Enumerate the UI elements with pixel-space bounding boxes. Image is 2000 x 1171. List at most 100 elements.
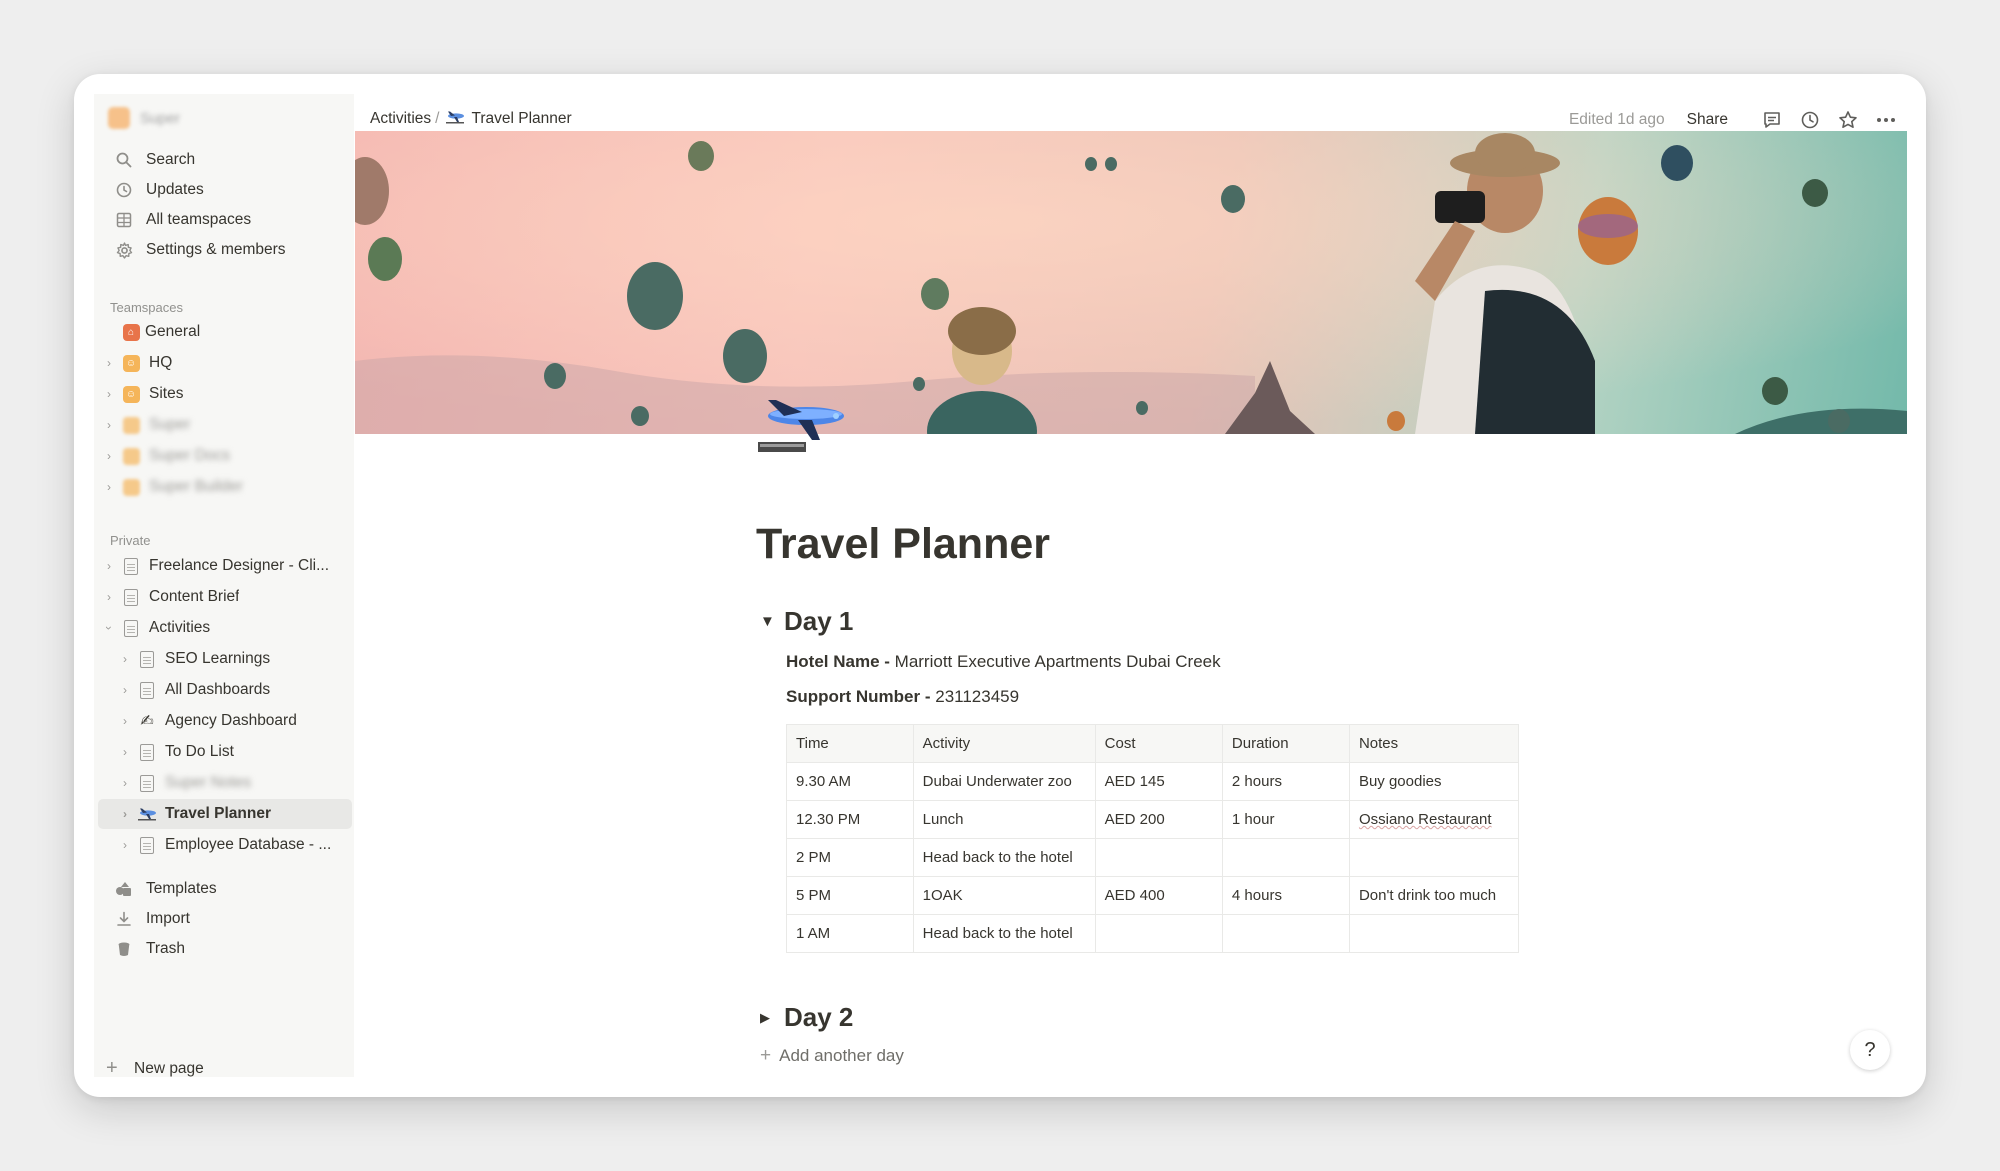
table-cell[interactable]: 2 hours [1221,762,1350,801]
chevron-right-icon[interactable]: › [118,807,132,821]
table-cell[interactable]: 1 AM [786,914,914,953]
table-cell[interactable]: 5 PM [786,876,914,915]
teamspace-general[interactable]: ⌂ General [102,317,352,347]
page-agency-dashboard[interactable]: › ✍ Agency Dashboard [118,706,352,736]
chevron-right-icon[interactable]: › [102,387,116,401]
page-content-brief[interactable]: › Content Brief [102,582,352,612]
workspace-switcher[interactable]: Super [108,107,180,129]
teamspace-blurred-3[interactable]: › Super Builder [102,472,352,502]
sidebar: Super Search Updates All teamspaces Sett… [94,94,354,1080]
trash-icon [112,941,136,957]
more-icon[interactable] [1874,108,1898,132]
cover-image[interactable] [355,131,1907,434]
table-cell[interactable]: Head back to the hotel [912,914,1096,953]
sidebar-search[interactable]: Search [102,145,346,175]
triangle-down-icon[interactable]: ▼ [760,613,784,630]
sidebar-import[interactable]: Import [102,904,346,934]
page-to-do-list[interactable]: › To Do List [118,737,352,767]
search-icon [112,152,136,168]
table-cell[interactable]: Buy goodies [1348,762,1519,801]
table-cell[interactable]: AED 400 [1094,876,1223,915]
sidebar-settings[interactable]: Settings & members [102,235,346,265]
help-button[interactable]: ? [1850,1030,1890,1070]
toggle-day-1[interactable]: ▼ Day 1 [760,606,853,637]
chevron-right-icon[interactable]: › [118,652,132,666]
page-blurred[interactable]: › Super Notes [118,768,352,798]
page-employee-database[interactable]: › Employee Database - ... [118,830,352,860]
table-cell[interactable] [1348,838,1519,877]
sidebar-trash[interactable]: Trash [102,934,346,964]
home-icon: ⌂ [122,323,140,341]
page-title[interactable]: Travel Planner [756,520,1050,569]
chevron-right-icon[interactable]: › [102,356,116,370]
page-travel-planner[interactable]: › Travel Planner [98,799,352,829]
sidebar-all-teamspaces[interactable]: All teamspaces [102,205,346,235]
page-activities[interactable]: › Activities [102,613,352,643]
table-cell[interactable]: 9.30 AM [786,762,914,801]
support-number-line[interactable]: Support Number - 231123459 [786,687,1019,707]
history-icon[interactable] [1798,108,1822,132]
table-cell[interactable]: Head back to the hotel [912,838,1096,877]
sidebar-search-label: Search [146,151,196,168]
teamspace-sites[interactable]: › ☺ Sites [102,379,352,409]
teamspace-blurred-1[interactable]: › Super [102,410,352,440]
table-cell[interactable]: 4 hours [1221,876,1350,915]
chevron-right-icon[interactable]: › [118,776,132,790]
add-another-day-button[interactable]: + Add another day [760,1045,904,1067]
comment-icon[interactable] [1760,108,1784,132]
private-section-label: Private [110,533,151,548]
sidebar-updates[interactable]: Updates [102,175,346,205]
table-cell[interactable]: Lunch [912,800,1096,839]
cover-illustration [355,131,1907,434]
table-cell[interactable]: 2 PM [786,838,914,877]
table-cell[interactable]: AED 145 [1094,762,1223,801]
table-cell[interactable]: 12.30 PM [786,800,914,839]
table-cell[interactable]: Don't drink too much [1348,876,1519,915]
share-button[interactable]: Share [1687,111,1728,129]
column-header-notes[interactable]: Notes [1348,724,1519,763]
breadcrumb-activities[interactable]: Activities [370,110,431,128]
chevron-right-icon[interactable]: › [118,745,132,759]
chevron-right-icon[interactable]: › [102,480,116,494]
column-header-time[interactable]: Time [786,724,914,763]
page-icon-airplane[interactable] [754,394,850,459]
chevron-right-icon[interactable]: › [102,559,116,573]
table-cell[interactable]: 1 hour [1221,800,1350,839]
page-freelance-designer[interactable]: › Freelance Designer - Cli... [102,551,352,581]
table-cell[interactable] [1221,838,1350,877]
column-header-cost[interactable]: Cost [1094,724,1223,763]
page-all-dashboards[interactable]: › All Dashboards [118,675,352,705]
table-cell[interactable] [1094,914,1223,953]
star-icon[interactable] [1836,108,1860,132]
page-seo-learnings[interactable]: › SEO Learnings [118,644,352,674]
teamspace-sites-label: Sites [149,385,184,402]
table-cell[interactable] [1348,914,1519,953]
teamspace-icon: ☺ [122,385,140,403]
chevron-right-icon[interactable]: › [118,714,132,728]
column-header-activity[interactable]: Activity [912,724,1096,763]
chevron-right-icon[interactable]: › [102,418,116,432]
triangle-right-icon[interactable]: ▶ [760,1010,784,1026]
toggle-day-2[interactable]: ▶ Day 2 [760,1002,853,1033]
column-header-duration[interactable]: Duration [1221,724,1350,763]
page-label: Freelance Designer - Cli... [149,557,330,574]
chevron-down-icon[interactable]: › [102,621,116,635]
new-page-button[interactable]: + New page [106,1057,204,1080]
teamspace-hq[interactable]: › ☺ HQ [102,348,352,378]
table-cell[interactable]: AED 200 [1094,800,1223,839]
day-1-heading: Day 1 [784,606,854,636]
sidebar-templates[interactable]: Templates [102,874,346,904]
table-cell[interactable] [1094,838,1223,877]
chevron-right-icon[interactable]: › [102,590,116,604]
teamspace-blurred-2[interactable]: › Super Docs [102,441,352,471]
hotel-name-line[interactable]: Hotel Name - Marriott Executive Apartmen… [786,652,1221,672]
chevron-right-icon[interactable]: › [118,838,132,852]
table-cell[interactable]: Ossiano Restaurant [1348,800,1519,839]
chevron-right-icon[interactable]: › [102,449,116,463]
table-cell[interactable]: 1OAK [912,876,1096,915]
breadcrumb-travel-planner[interactable]: Travel Planner [471,110,571,128]
table-cell[interactable]: Dubai Underwater zoo [912,762,1096,801]
table-cell[interactable] [1221,914,1350,953]
workspace-name: Super [140,109,181,127]
chevron-right-icon[interactable]: › [118,683,132,697]
